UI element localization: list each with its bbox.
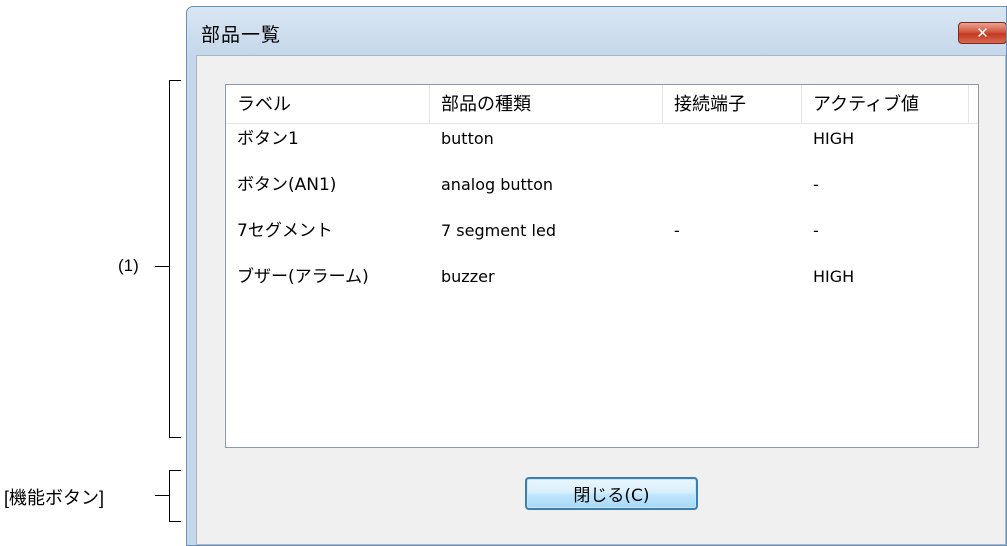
list-bracket-leader [155, 266, 169, 267]
cell-label: 7セグメント [237, 221, 333, 241]
cell-active-value: HIGH [813, 129, 855, 148]
title-bar[interactable]: 部品一覧 ✕ [187, 7, 1006, 53]
button-bracket-leader [155, 495, 169, 496]
cell-label: ボタン(AN1) [237, 175, 337, 195]
parts-list-dialog: 部品一覧 ✕ ラベル 部品の種類 接続端子 アクティブ値 ボタン1 button… [186, 6, 1007, 546]
list-item[interactable]: ボタン(AN1) analog button - [226, 171, 978, 207]
button-area-annotation-label: [機能ボタン] [4, 488, 105, 508]
cell-label: ブザー(アラーム) [237, 267, 369, 287]
dialog-title: 部品一覧 [201, 24, 282, 46]
parts-list-view[interactable]: ラベル 部品の種類 接続端子 アクティブ値 ボタン1 button HIGH ボ… [225, 84, 979, 448]
cell-terminal [663, 171, 674, 207]
cell-terminal [663, 263, 674, 299]
list-item[interactable]: ブザー(アラーム) buzzer HIGH [226, 263, 978, 299]
button-bracket-bottom [169, 521, 181, 522]
window-close-button[interactable]: ✕ [958, 22, 1006, 44]
cell-active-value: - [813, 175, 819, 194]
cell-label: ボタン1 [237, 129, 299, 149]
cell-part-type: analog button [441, 175, 553, 194]
close-button[interactable]: 閉じる(C) [525, 477, 698, 510]
list-bracket-top [169, 80, 181, 81]
list-bracket-vertical [169, 80, 170, 438]
list-item[interactable]: 7セグメント 7 segment led - - [226, 217, 978, 253]
button-bracket-top [169, 470, 181, 471]
column-header-active-value[interactable]: アクティブ値 [802, 85, 969, 123]
list-header: ラベル 部品の種類 接続端子 アクティブ値 [226, 85, 978, 124]
close-icon: ✕ [976, 24, 989, 42]
cell-part-type: buzzer [441, 267, 495, 286]
cell-active-value: HIGH [813, 267, 855, 286]
cell-active-value: - [813, 221, 819, 240]
column-header-part-type[interactable]: 部品の種類 [430, 85, 663, 123]
cell-part-type: button [441, 129, 494, 148]
list-bracket-bottom [169, 437, 181, 438]
column-header-terminal[interactable]: 接続端子 [663, 85, 802, 123]
cell-part-type: 7 segment led [441, 221, 556, 240]
dialog-client-area: ラベル 部品の種類 接続端子 アクティブ値 ボタン1 button HIGH ボ… [196, 55, 1006, 545]
cell-terminal [663, 125, 674, 161]
cell-terminal: - [674, 221, 680, 240]
list-annotation-label: (1) [118, 256, 139, 275]
list-item[interactable]: ボタン1 button HIGH [226, 125, 978, 161]
button-bracket-vertical [169, 470, 170, 522]
column-header-label[interactable]: ラベル [226, 85, 430, 123]
